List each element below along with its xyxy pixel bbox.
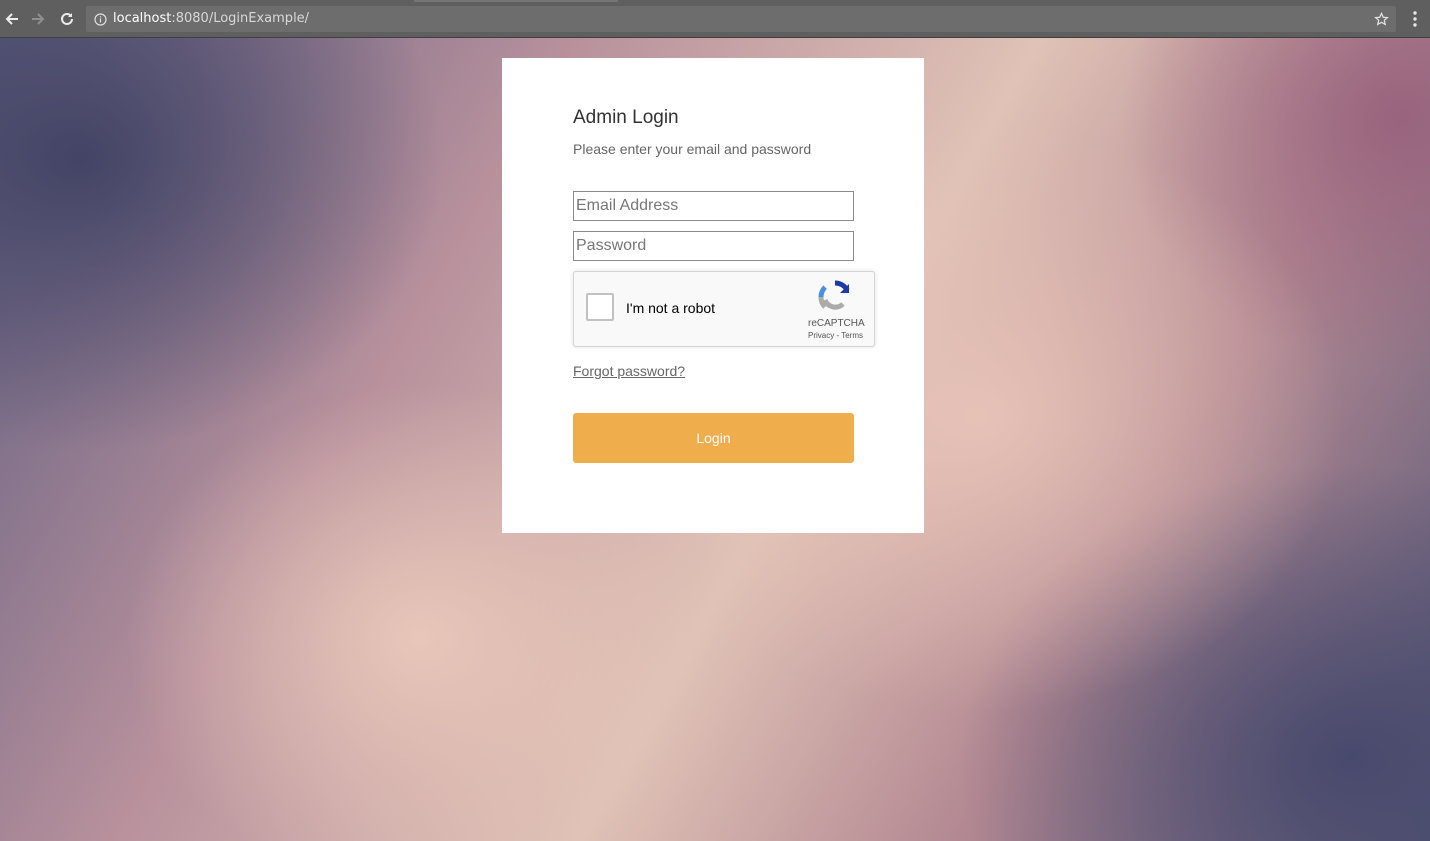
star-icon[interactable] [1372, 10, 1390, 28]
url-text: localhost:8080/LoginExample/ [113, 6, 309, 32]
recaptcha-links: Privacy - Terms [808, 331, 863, 340]
recaptcha-checkbox[interactable] [586, 293, 614, 321]
email-field[interactable] [573, 191, 854, 221]
browser-toolbar: localhost:8080/LoginExample/ [0, 0, 1430, 38]
forgot-password-link[interactable]: Forgot password? [573, 363, 685, 379]
recaptcha-brand: reCAPTCHA [808, 318, 865, 329]
recaptcha-terms-link[interactable]: Terms [841, 331, 863, 340]
info-icon[interactable] [93, 12, 107, 26]
address-bar[interactable]: localhost:8080/LoginExample/ [86, 6, 1396, 32]
recaptcha-logo-icon [818, 280, 854, 316]
recaptcha-widget: I'm not a robot reCAPTCHA Privacy - Term… [573, 271, 875, 347]
login-card: Admin Login Please enter your email and … [502, 58, 924, 533]
menu-icon[interactable] [1408, 10, 1422, 28]
page-background: Admin Login Please enter your email and … [0, 38, 1430, 841]
url-host: localhost [113, 11, 172, 26]
url-path: :8080/LoginExample/ [171, 11, 310, 26]
reload-icon[interactable] [57, 9, 77, 29]
tab-strip-edge [414, 0, 618, 2]
login-button[interactable]: Login [573, 413, 854, 463]
login-subtitle: Please enter your email and password [573, 141, 812, 157]
password-field[interactable] [573, 231, 854, 261]
recaptcha-privacy-link[interactable]: Privacy [808, 331, 834, 340]
recaptcha-label: I'm not a robot [626, 300, 716, 316]
page-title: Admin Login [573, 107, 679, 128]
forward-arrow-icon[interactable] [28, 9, 48, 29]
back-arrow-icon[interactable] [2, 9, 22, 29]
